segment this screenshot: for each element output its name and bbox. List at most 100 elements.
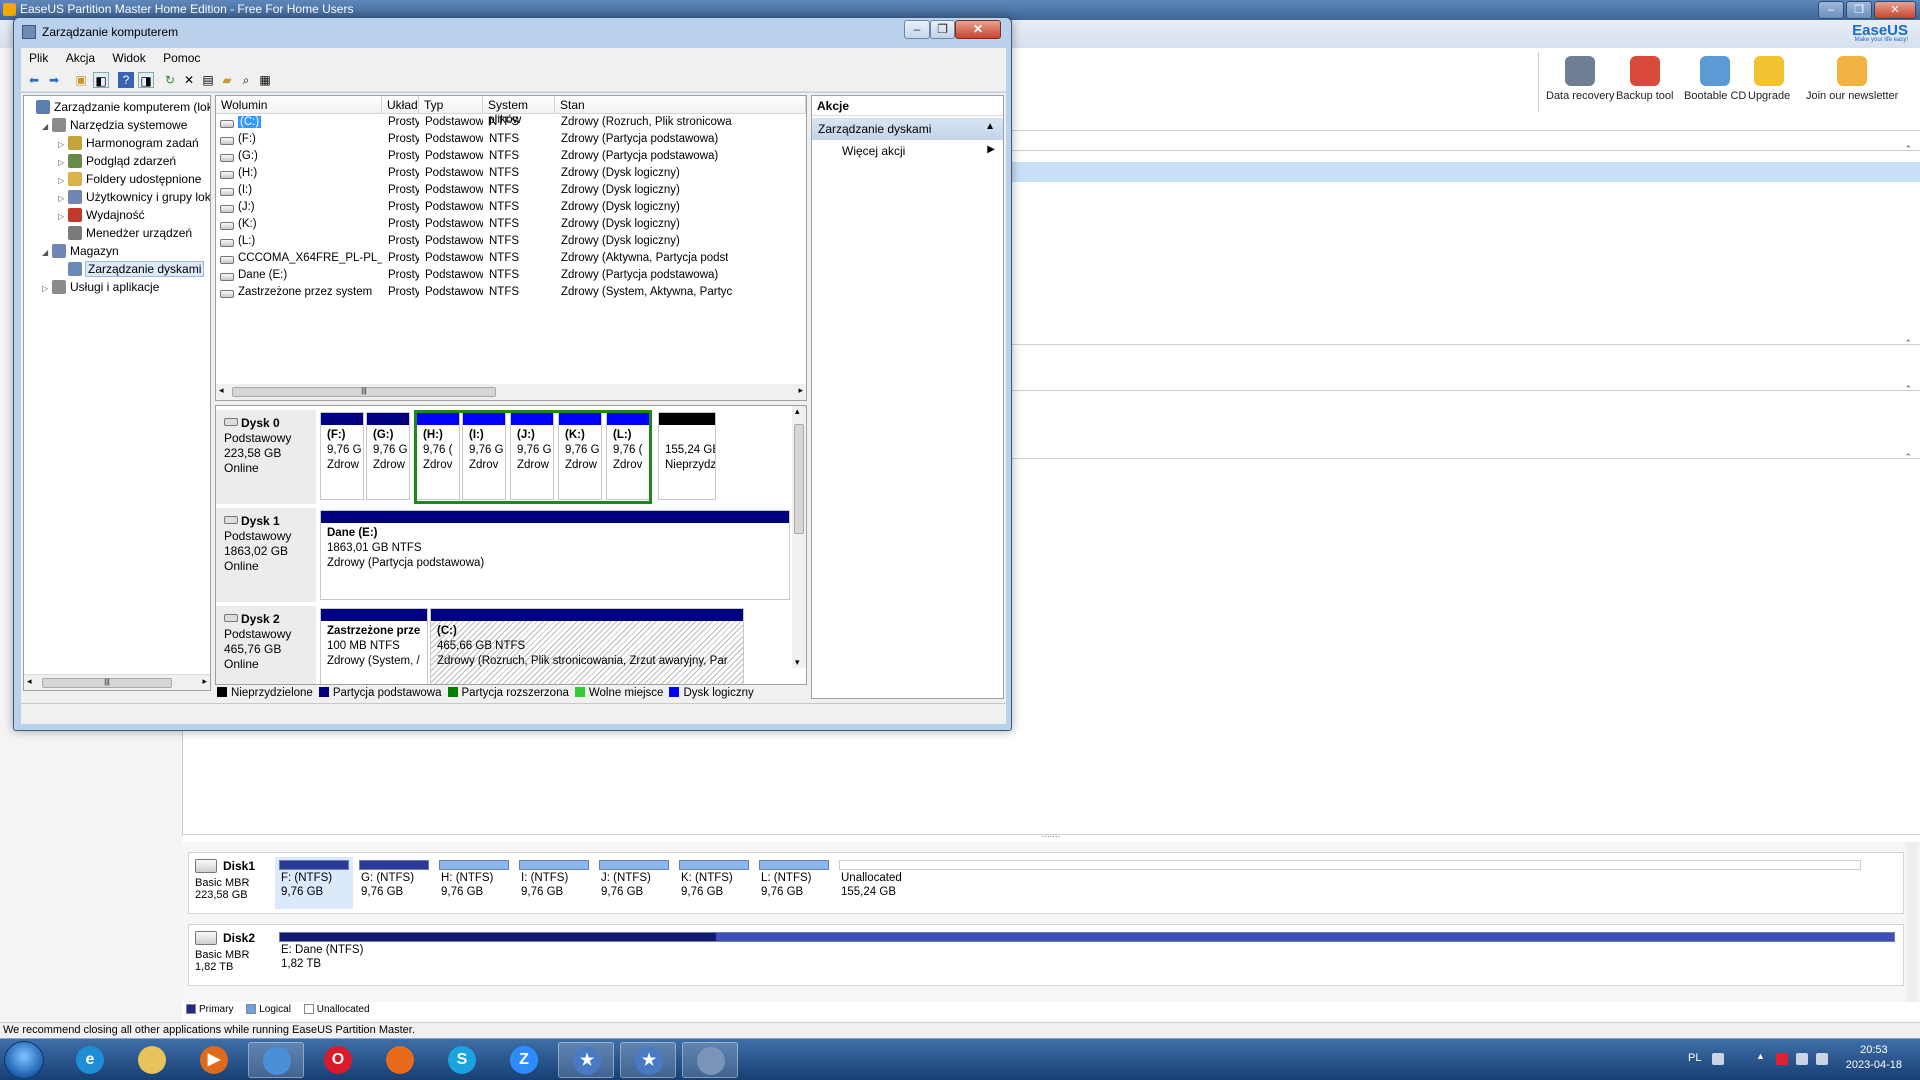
column-header[interactable]: Typ — [419, 96, 483, 114]
volume-row[interactable]: Zastrzeżone przez system Prosty Podstawowy… — [216, 285, 806, 302]
taskbar-computer-management-button[interactable] — [682, 1042, 738, 1078]
menu-plik[interactable]: Plik — [21, 48, 54, 65]
tree-node[interactable]: Zarządzanie komputerem (loka — [26, 98, 210, 116]
pane-splitter[interactable]: ······· — [182, 833, 1920, 841]
menu-akcja[interactable]: Akcja — [58, 48, 101, 65]
disk-row[interactable]: Disk1 Basic MBR 223,58 GB F: (NTFS) 9,76 GB G… — [188, 852, 1904, 914]
action-center-icon[interactable] — [1776, 1053, 1788, 1065]
show-hide-action-pane-icon[interactable]: ◨ — [138, 72, 154, 88]
disk-block[interactable]: Dysk 2 Podstawowy 465,76 GB Online Zastrzeżo… — [216, 606, 792, 684]
tree-node[interactable]: ▷ Wydajność — [58, 206, 145, 224]
tree-node[interactable]: ▷ Użytkownicy i grupy lok — [58, 188, 210, 206]
volume-row[interactable]: (H:) Prosty Podstawowy NTFS Zdrowy (Dysk log… — [216, 166, 806, 183]
partition-block[interactable]: F: (NTFS) 9,76 GB — [275, 857, 353, 909]
partition-block[interactable]: Dane (E:) 1863,01 GB NTFS Zdrowy (Partycja… — [320, 510, 790, 600]
partition-block[interactable]: G: (NTFS) 9,76 GB — [355, 857, 433, 909]
actions-section-header[interactable]: Zarządzanie dyskami ▲ — [812, 118, 1003, 140]
partition-block[interactable]: (C:) 465,66 GB NTFS Zdrowy (Rozruch, Plik … — [430, 608, 744, 684]
tree-horizontal-scrollbar[interactable]: ◂ ||| ▸ — [24, 674, 210, 690]
forward-icon[interactable]: ➡ — [46, 72, 62, 88]
volume-row[interactable]: Dane (E:) Prosty Podstawowy NTFS Zdrowy (Par… — [216, 268, 806, 285]
partition-block[interactable]: J: (NTFS) 9,76 GB — [595, 857, 673, 909]
volume-row[interactable]: CCCOMA_X64FRE_PL-PL_DV9 (D:) Prosty Podsta… — [216, 251, 806, 268]
minimize-button[interactable]: ‒ — [904, 20, 930, 39]
collapse-icon[interactable]: ⌃ — [1904, 144, 1912, 155]
column-header[interactable]: Stan — [555, 96, 806, 114]
disk-row[interactable]: Disk2 Basic MBR 1,82 TB E: Dane (NTFS) 1,82 … — [188, 924, 1904, 986]
toolbar-data-recovery-button[interactable]: Data recovery — [1546, 56, 1614, 102]
scroll-thumb[interactable]: ||| — [232, 387, 496, 397]
refresh-icon[interactable]: ↻ — [162, 72, 178, 88]
partition-block[interactable]: L: (NTFS) 9,76 GB — [755, 857, 833, 909]
close-button[interactable]: ✕ — [1874, 1, 1916, 19]
toolbar-backup-tool-button[interactable]: Backup tool — [1616, 56, 1673, 102]
scroll-thumb[interactable]: ||| — [42, 678, 172, 688]
scroll-down-icon[interactable]: ▾ — [795, 657, 800, 668]
tree-node[interactable]: Menedżer urządzeń — [58, 224, 192, 242]
tree-node[interactable]: Zarządzanie dyskami — [58, 260, 205, 278]
expand-icon[interactable]: ◢ — [42, 118, 52, 136]
delete-icon[interactable]: ✕ — [181, 72, 197, 88]
tree-node[interactable]: ▷ Foldery udostępnione — [58, 170, 201, 188]
tree-node[interactable]: ◢ Narzędzia systemowe — [42, 116, 187, 134]
disk-block[interactable]: Dysk 1 Podstawowy 1863,02 GB Online Dane (E:… — [216, 508, 792, 602]
toolbar-newsletter-button[interactable]: Join our newsletter — [1806, 56, 1898, 102]
taskbar-easeus-2-button[interactable]: ★ — [620, 1042, 676, 1078]
keyboard-icon[interactable] — [1712, 1053, 1724, 1065]
clock[interactable]: 20:53 2023-04-18 — [1846, 1043, 1902, 1073]
collapse-icon[interactable]: ⌃ — [1904, 452, 1912, 463]
maximize-button[interactable]: ❐ — [1846, 1, 1872, 19]
tree-node[interactable]: ▷ Harmonogram zadań — [58, 134, 199, 152]
taskbar-easeus-button[interactable]: ★ — [558, 1042, 614, 1078]
maximize-button[interactable]: ❐ — [930, 20, 955, 39]
menu-widok[interactable]: Widok — [104, 48, 151, 65]
column-header[interactable]: Wolumin — [216, 96, 382, 114]
partition-block[interactable]: (G:) 9,76 G Zdrow — [366, 412, 410, 500]
toolbar-bootable-cd-button[interactable]: Bootable CD — [1684, 56, 1746, 102]
taskbar-zoom-button[interactable]: Z — [496, 1042, 552, 1078]
expand-icon[interactable]: ▷ — [42, 280, 52, 298]
cm-titlebar[interactable]: Zarządzanie komputerem ‒ ❐ ✕ — [14, 18, 1011, 48]
rescan-disks-icon[interactable]: ▦ — [257, 72, 273, 88]
scroll-right-icon[interactable]: ▸ — [202, 676, 207, 687]
scroll-left-icon[interactable]: ◂ — [219, 385, 224, 396]
expand-icon[interactable]: ◢ — [42, 244, 52, 262]
partition-block[interactable]: Unallocated 155,24 GB — [835, 857, 1865, 909]
collapse-icon[interactable]: ▲ — [985, 121, 995, 132]
show-hide-tree-icon[interactable]: ◧ — [93, 72, 109, 88]
partition-block[interactable]: I: (NTFS) 9,76 GB — [515, 857, 593, 909]
volume-row[interactable]: (C:) Prosty Podstawowy NTFS Zdrowy (Rozruch,… — [216, 115, 806, 132]
help-icon[interactable]: ? — [118, 72, 134, 88]
taskbar-media-player-button[interactable]: ▶ — [186, 1042, 242, 1078]
show-hidden-icons[interactable]: ▲ — [1756, 1051, 1768, 1063]
graphical-view-vertical-scrollbar[interactable]: ▴ ▾ — [792, 406, 806, 668]
partition-block[interactable]: H: (NTFS) 9,76 GB — [435, 857, 513, 909]
taskbar-internet-explorer-button[interactable]: e — [62, 1042, 118, 1078]
more-actions-item[interactable]: Więcej akcji ▶ — [812, 140, 1003, 162]
volume-icon[interactable] — [1816, 1053, 1828, 1065]
column-header[interactable]: System plików — [483, 96, 555, 126]
close-button[interactable]: ✕ — [955, 20, 1001, 39]
volume-list-horizontal-scrollbar[interactable]: ◂ ||| ▸ — [216, 384, 806, 400]
volume-row[interactable]: (G:) Prosty Podstawowy NTFS Zdrowy (Partycja… — [216, 149, 806, 166]
start-button[interactable] — [4, 1041, 44, 1079]
disk-map-scrollbar[interactable] — [1906, 842, 1918, 1002]
volume-row[interactable]: (I:) Prosty Podstawowy NTFS Zdrowy (Dysk log… — [216, 183, 806, 200]
taskbar-skype-button[interactable]: S — [434, 1042, 490, 1078]
taskbar-firefox-button[interactable] — [372, 1042, 428, 1078]
scroll-left-icon[interactable]: ◂ — [27, 676, 32, 687]
tree-node[interactable]: ◢ Magazyn — [42, 242, 119, 260]
taskbar-opera-button[interactable]: O — [310, 1042, 366, 1078]
taskbar-chrome-button[interactable] — [248, 1042, 304, 1078]
partition-block[interactable]: Zastrzeżone prze 100 MB NTFS Zdrowy (Syste… — [320, 608, 428, 684]
toolbar-upgrade-button[interactable]: Upgrade — [1748, 56, 1790, 102]
scroll-right-icon[interactable]: ▸ — [798, 385, 803, 396]
scroll-up-icon[interactable]: ▴ — [795, 406, 800, 417]
partition-block[interactable]: E: Dane (NTFS) 1,82 TB — [275, 929, 1899, 981]
properties-icon[interactable]: ▤ — [200, 72, 216, 88]
disk-block[interactable]: Dysk 0 Podstawowy 223,58 GB Online (F:) 9,76 … — [216, 410, 792, 504]
volume-row[interactable]: (L:) Prosty Podstawowy NTFS Zdrowy (Dysk log… — [216, 234, 806, 251]
volume-row[interactable]: (F:) Prosty Podstawowy NTFS Zdrowy (Partycja… — [216, 132, 806, 149]
menu-pomoc[interactable]: Pomoc — [155, 48, 206, 65]
language-indicator[interactable]: PL — [1688, 1052, 1701, 1064]
